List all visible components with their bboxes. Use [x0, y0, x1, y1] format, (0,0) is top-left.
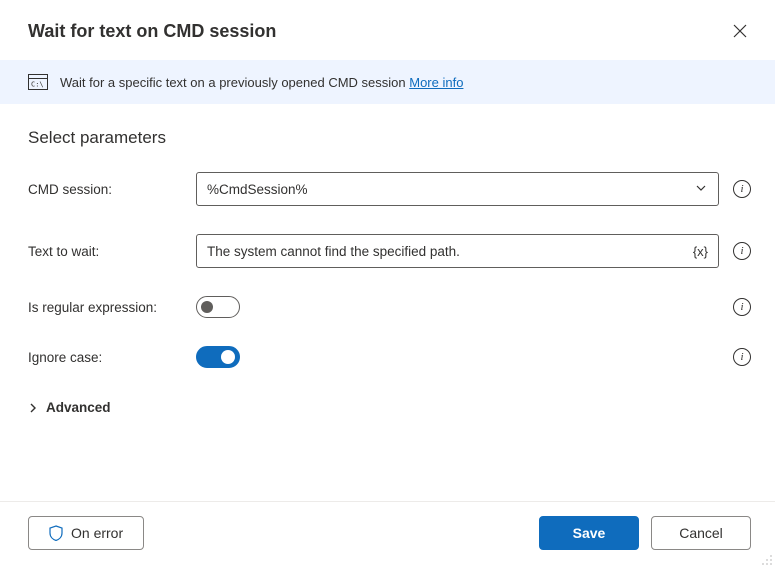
- chevron-down-icon: [694, 181, 708, 198]
- save-label: Save: [573, 525, 606, 541]
- toggle-ignore-case[interactable]: [196, 346, 240, 368]
- cmd-icon: C:\: [28, 74, 48, 90]
- label-is-regex: Is regular expression:: [28, 300, 196, 315]
- advanced-label: Advanced: [46, 400, 111, 415]
- footer-actions: Save Cancel: [539, 516, 751, 550]
- shield-icon: [49, 525, 63, 541]
- toggle-knob: [201, 301, 213, 313]
- label-cmd-session: CMD session:: [28, 182, 196, 197]
- banner-text: Wait for a specific text on a previously…: [60, 75, 463, 90]
- cancel-label: Cancel: [679, 525, 723, 541]
- dialog: Wait for text on CMD session C:\ Wait fo…: [0, 0, 775, 568]
- chevron-right-icon: [28, 403, 38, 413]
- text-to-wait-input[interactable]: The system cannot find the specified pat…: [196, 234, 719, 268]
- text-to-wait-value: The system cannot find the specified pat…: [207, 244, 460, 259]
- cmd-session-value: %CmdSession%: [207, 182, 308, 197]
- banner-description: Wait for a specific text on a previously…: [60, 75, 409, 90]
- save-button[interactable]: Save: [539, 516, 639, 550]
- row-ignore-case: Ignore case: i: [28, 346, 751, 368]
- more-info-link[interactable]: More info: [409, 75, 463, 90]
- dialog-title: Wait for text on CMD session: [28, 21, 276, 42]
- info-banner: C:\ Wait for a specific text on a previo…: [0, 60, 775, 104]
- cancel-button[interactable]: Cancel: [651, 516, 751, 550]
- label-text-to-wait: Text to wait:: [28, 244, 196, 259]
- info-icon-cmd-session[interactable]: i: [733, 180, 751, 198]
- section-title: Select parameters: [28, 128, 751, 148]
- row-text-to-wait: Text to wait: The system cannot find the…: [28, 234, 751, 268]
- dialog-footer: On error Save Cancel: [0, 501, 775, 568]
- svg-text:C:\: C:\: [31, 81, 44, 89]
- toggle-knob: [221, 350, 235, 364]
- toggle-is-regex[interactable]: [196, 296, 240, 318]
- info-icon-ignore-case[interactable]: i: [733, 348, 751, 366]
- on-error-label: On error: [71, 525, 123, 541]
- advanced-toggle[interactable]: Advanced: [28, 396, 751, 419]
- close-button[interactable]: [729, 20, 751, 42]
- variable-icon[interactable]: {x}: [693, 244, 708, 259]
- dialog-header: Wait for text on CMD session: [0, 0, 775, 60]
- info-icon-is-regex[interactable]: i: [733, 298, 751, 316]
- row-is-regex: Is regular expression: i: [28, 296, 751, 318]
- close-icon: [733, 24, 747, 38]
- content: Select parameters CMD session: %CmdSessi…: [0, 104, 775, 501]
- info-icon-text-to-wait[interactable]: i: [733, 242, 751, 260]
- label-ignore-case: Ignore case:: [28, 350, 196, 365]
- cmd-session-select[interactable]: %CmdSession%: [196, 172, 719, 206]
- on-error-button[interactable]: On error: [28, 516, 144, 550]
- row-cmd-session: CMD session: %CmdSession% i: [28, 172, 751, 206]
